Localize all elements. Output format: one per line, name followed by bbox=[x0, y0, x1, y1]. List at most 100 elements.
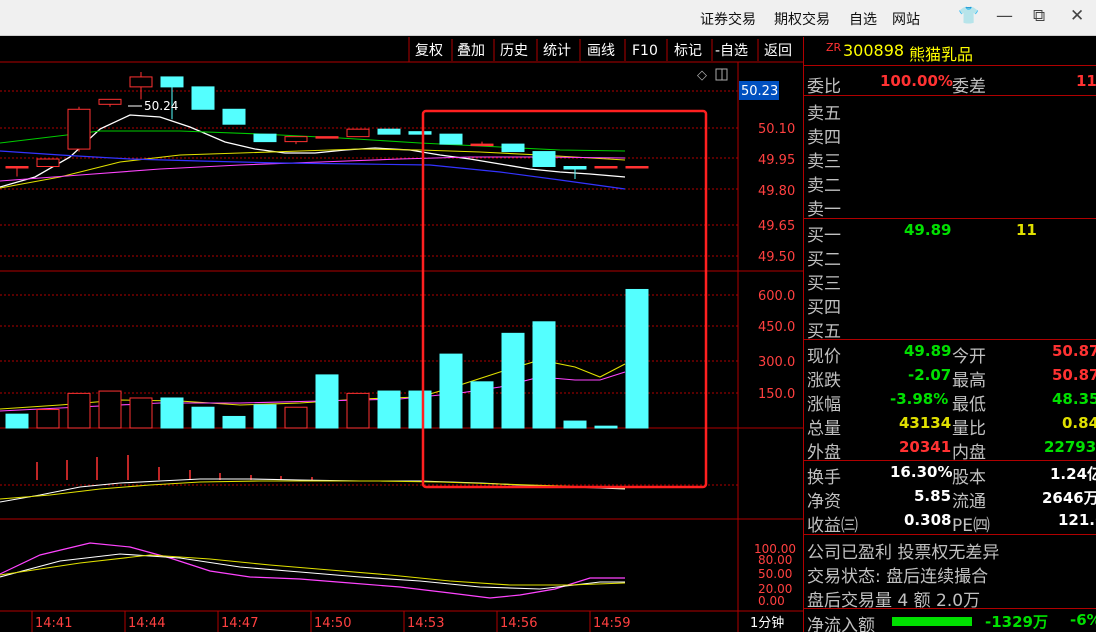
candle-body bbox=[594, 166, 618, 169]
candle-body bbox=[315, 136, 339, 139]
weibi-row: 委比 100.00% 委差 11 bbox=[804, 70, 1096, 97]
minimize-icon[interactable]: — bbox=[996, 6, 1013, 26]
volume-tick: 300.0 bbox=[758, 355, 795, 370]
stock-header: ZR 300898 熊猫乳品 bbox=[804, 37, 1096, 64]
time-tick: 14:41 bbox=[35, 616, 72, 631]
net-inflow-pct: -6% bbox=[1070, 611, 1096, 629]
chart-area: 复权 叠加 历史 统计 画线 F10 标记 -自选 返回 50.24 ◇ 50.… bbox=[0, 37, 803, 632]
tool-history[interactable]: 历史 bbox=[500, 43, 528, 59]
price-tick: 49.80 bbox=[758, 184, 795, 199]
volume-bar bbox=[222, 415, 246, 429]
menu-securities-trading[interactable]: 证券交易 bbox=[700, 9, 756, 29]
volume-bar bbox=[532, 321, 556, 429]
time-tick: 14:56 bbox=[500, 616, 537, 631]
sell-level: 卖五 bbox=[807, 104, 841, 124]
net-inflow-label: 净流入额 bbox=[807, 616, 875, 632]
stat-row: 涨幅 -3.98% 最低 48.35 bbox=[807, 390, 1096, 415]
stock-tag: ZR bbox=[826, 41, 842, 54]
volume-bar bbox=[36, 409, 60, 429]
stat-row: 涨跌 -2.07 最高 50.87 bbox=[807, 366, 1096, 391]
buy-level-1: 买一 49.89 11 bbox=[807, 221, 1037, 246]
pane-separators bbox=[0, 270, 803, 612]
kdj-pane bbox=[0, 542, 626, 599]
tool-f10[interactable]: F10 bbox=[632, 43, 658, 59]
diamond-icon[interactable]: ◇ bbox=[697, 68, 707, 83]
volume-bar bbox=[315, 374, 339, 429]
candle-body bbox=[625, 166, 649, 169]
buy1-price: 49.89 bbox=[904, 221, 952, 239]
close-icon[interactable]: ✕ bbox=[1070, 6, 1084, 26]
menu-watchlist[interactable]: 自选 bbox=[849, 9, 877, 29]
weicha-label: 委差 bbox=[952, 77, 986, 97]
fin-row: 净资 5.85 流通 2646万 bbox=[807, 487, 1096, 512]
stat-row: 总量 43134 量比 0.84 bbox=[807, 414, 1096, 439]
price-tick: 50.23 bbox=[741, 84, 778, 99]
volume-bar bbox=[5, 413, 29, 429]
volume-tick: 600.0 bbox=[758, 289, 795, 304]
fin-row: 换手 16.30% 股本 1.24亿 bbox=[807, 463, 1096, 488]
tool-back[interactable]: 返回 bbox=[764, 43, 792, 59]
volume-bar bbox=[98, 390, 122, 429]
volume-bar bbox=[501, 332, 525, 429]
net-inflow-value: -1329万 bbox=[985, 613, 1048, 631]
price-tick: 49.95 bbox=[758, 153, 795, 168]
buy-level: 买三 bbox=[807, 274, 841, 294]
volume-bar bbox=[253, 404, 277, 429]
chart-toolbar: 复权 叠加 历史 统计 画线 F10 标记 -自选 返回 bbox=[0, 37, 803, 63]
menu-options-trading[interactable]: 期权交易 bbox=[774, 9, 830, 29]
volume-bar bbox=[563, 420, 587, 429]
quote-panel: ZR 300898 熊猫乳品 委比 100.00% 委差 11 卖五 卖四 卖三… bbox=[803, 37, 1096, 632]
time-tick: 14:59 bbox=[593, 616, 630, 631]
time-tick: 14:47 bbox=[221, 616, 258, 631]
tool-fuquan[interactable]: 复权 bbox=[415, 42, 443, 59]
candle-body bbox=[284, 136, 308, 143]
candle-body bbox=[67, 108, 91, 150]
price-tick: 49.65 bbox=[758, 219, 795, 234]
stock-code: 300898 bbox=[843, 41, 905, 60]
candle-body bbox=[501, 143, 525, 153]
company-notice: 公司已盈利 投票权无差异 bbox=[807, 543, 1000, 563]
candle-body bbox=[253, 133, 277, 143]
price-tick: 50.10 bbox=[758, 122, 795, 137]
volume-bar bbox=[346, 392, 370, 429]
skin-icon[interactable]: 👕 bbox=[958, 6, 979, 26]
buy-level: 买五 bbox=[807, 322, 841, 342]
time-axis: 14:41 14:44 14:47 14:50 14:53 14:56 14:5… bbox=[31, 611, 630, 632]
menu-website[interactable]: 网站 bbox=[892, 9, 920, 29]
candle-body bbox=[346, 128, 370, 138]
candle-body bbox=[160, 76, 184, 88]
time-tick: 14:50 bbox=[314, 616, 351, 631]
stat-row: 外盘 20341 内盘 22793 bbox=[807, 438, 1096, 463]
tool-watchlist[interactable]: -自选 bbox=[715, 43, 748, 59]
candle-body bbox=[191, 86, 215, 110]
macd-pane bbox=[0, 455, 626, 503]
sell-level: 卖二 bbox=[807, 176, 841, 196]
volume-bar bbox=[439, 353, 463, 429]
restore-icon[interactable]: ⧉ bbox=[1033, 6, 1045, 26]
tool-statistics[interactable]: 统计 bbox=[543, 43, 571, 59]
chart-svg: 复权 叠加 历史 统计 画线 F10 标记 -自选 返回 50.24 ◇ 50.… bbox=[0, 37, 803, 632]
volume-bar bbox=[470, 381, 494, 429]
candle-body bbox=[408, 131, 432, 135]
weibi-label: 委比 bbox=[807, 77, 841, 97]
buy1-volume: 11 bbox=[1016, 221, 1037, 239]
candlestick-series bbox=[5, 71, 649, 179]
volume-bar-series bbox=[5, 288, 649, 429]
volume-bar bbox=[160, 397, 184, 429]
net-inflow-row: 净流入额 -1329万 -6% bbox=[804, 609, 1096, 632]
net-inflow-bar bbox=[892, 617, 972, 626]
fin-row: 收益㈢ 0.308 PE㈣ 121.6 bbox=[807, 511, 1096, 536]
candle-body bbox=[5, 166, 29, 169]
tool-draw-line[interactable]: 画线 bbox=[587, 43, 615, 59]
sell-level: 卖四 bbox=[807, 128, 841, 148]
period-selector[interactable]: 1分钟 bbox=[750, 615, 784, 631]
price-ma-lines bbox=[0, 114, 626, 190]
tool-overlay[interactable]: 叠加 bbox=[457, 43, 485, 59]
stat-row: 现价 49.89 今开 50.87 bbox=[807, 342, 1096, 367]
candle-body bbox=[98, 98, 122, 105]
candle-body bbox=[439, 133, 463, 145]
tool-mark[interactable]: 标记 bbox=[674, 43, 702, 59]
after-hours-volume: 盘后交易量 4 额 2.0万 bbox=[807, 591, 981, 611]
top-bar: 证券交易 期权交易 自选 网站 👕 — ⧉ ✕ bbox=[0, 0, 1096, 36]
kdj-tick: 80.00 bbox=[758, 553, 792, 567]
